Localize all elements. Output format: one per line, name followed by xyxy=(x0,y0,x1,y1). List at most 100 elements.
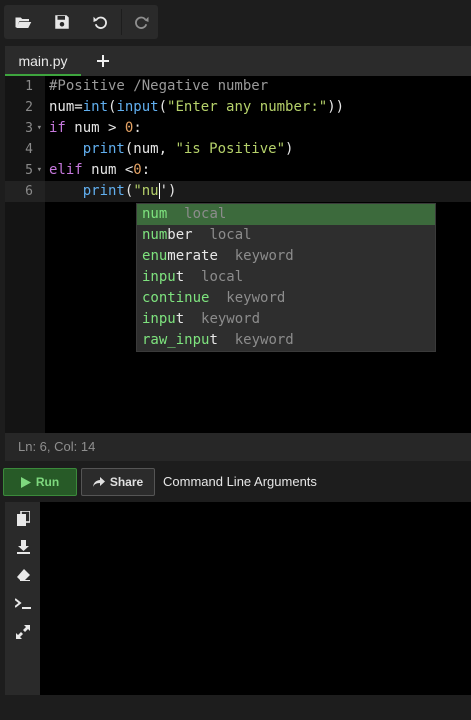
redo-button[interactable] xyxy=(122,5,160,39)
code-token: int xyxy=(82,99,109,115)
line-number: 2 xyxy=(5,97,45,118)
code-token: elif xyxy=(49,162,83,178)
autocomplete-meta: keyword xyxy=(184,311,261,327)
expand-button[interactable] xyxy=(13,622,33,642)
code-line[interactable]: num=int(input("Enter any number:")) xyxy=(49,97,344,118)
autocomplete-word: enumerate keyword xyxy=(142,248,294,264)
code-token: (num, xyxy=(124,141,176,157)
code-token: "Enter any number:" xyxy=(167,99,328,115)
autocomplete-meta: local xyxy=(167,206,227,222)
terminal-button[interactable] xyxy=(13,594,33,614)
autocomplete-item[interactable]: num local xyxy=(137,204,435,225)
autocomplete-word: raw_input keyword xyxy=(142,332,294,348)
code-token: : xyxy=(133,120,142,136)
folder-open-icon xyxy=(15,17,32,28)
line-number-text: 2 xyxy=(25,100,33,115)
autocomplete-meta: keyword xyxy=(217,248,294,264)
file-button-group xyxy=(4,5,158,39)
code-token: )) xyxy=(327,99,345,115)
autocomplete-word: continue keyword xyxy=(142,290,286,306)
bottom-strip xyxy=(0,695,471,720)
plus-icon xyxy=(97,55,109,67)
code-line[interactable]: elif num <0: xyxy=(49,160,150,181)
undo-icon xyxy=(93,16,107,29)
autocomplete-word: num local xyxy=(142,206,227,222)
copy-button[interactable] xyxy=(13,508,33,528)
line-number: 4 xyxy=(5,139,45,160)
tab-main-py[interactable]: main.py xyxy=(5,46,81,76)
autocomplete-item[interactable]: enumerate keyword xyxy=(137,246,435,267)
console-toolbar xyxy=(5,502,40,695)
download-icon xyxy=(16,540,30,554)
line-number: 1 xyxy=(5,76,45,97)
code-line[interactable]: print("nu') xyxy=(49,181,176,202)
code-token: ) xyxy=(285,141,294,157)
console-output[interactable] xyxy=(40,502,471,695)
terminal-icon xyxy=(15,598,31,609)
code-line[interactable]: #Positive /Negative number xyxy=(49,76,268,97)
code-token: num < xyxy=(82,162,134,178)
line-number-text: 3 xyxy=(25,121,33,136)
clear-button[interactable] xyxy=(13,565,33,585)
autocomplete-word: input local xyxy=(142,269,244,285)
line-number-text: 6 xyxy=(25,184,33,199)
run-bar: Run Share Command Line Arguments xyxy=(0,466,471,500)
redo-icon xyxy=(135,16,149,29)
code-token: if xyxy=(49,120,66,136)
autocomplete-item[interactable]: raw_input keyword xyxy=(137,330,435,351)
play-icon xyxy=(20,476,31,488)
save-icon xyxy=(55,15,69,29)
line-number: 3 ▾ xyxy=(5,118,45,139)
autocomplete-meta: local xyxy=(192,227,252,243)
line-number-text: 5 xyxy=(25,163,33,178)
code-token: "is Positive" xyxy=(175,141,286,157)
autocomplete-word: number local xyxy=(142,227,252,243)
line-number-text: 4 xyxy=(25,142,33,157)
code-line[interactable]: if num > 0: xyxy=(49,118,142,139)
download-button[interactable] xyxy=(13,537,33,557)
line-number: 6 xyxy=(5,181,45,202)
code-token: ( xyxy=(158,99,168,115)
file-tabs: main.py xyxy=(5,46,471,76)
autocomplete-meta: keyword xyxy=(209,290,286,306)
code-token: : xyxy=(141,162,151,178)
autocomplete-meta: local xyxy=(184,269,244,285)
fold-arrow-icon[interactable]: ▾ xyxy=(37,160,42,181)
expand-icon xyxy=(16,625,30,639)
copy-icon xyxy=(16,510,30,526)
command-line-arguments-input[interactable]: Command Line Arguments xyxy=(163,468,317,496)
autocomplete-item[interactable]: number local xyxy=(137,225,435,246)
run-button[interactable]: Run xyxy=(3,468,77,496)
code-token: input xyxy=(116,99,159,115)
share-label: Share xyxy=(109,475,144,489)
toolbar xyxy=(0,0,471,44)
status-bar: Ln: 6, Col: 14 xyxy=(5,433,471,461)
code-token: print xyxy=(82,183,125,199)
code-token: 0 xyxy=(133,162,142,178)
code-token: ') xyxy=(159,183,177,199)
code-token: num= xyxy=(49,99,83,115)
autocomplete-word: input keyword xyxy=(142,311,261,327)
fold-arrow-icon[interactable]: ▾ xyxy=(37,118,42,139)
eraser-icon xyxy=(17,569,30,581)
autocomplete-item[interactable]: input keyword xyxy=(137,309,435,330)
cursor-position: Ln: 6, Col: 14 xyxy=(18,439,96,454)
save-button[interactable] xyxy=(43,5,81,39)
autocomplete-meta: keyword xyxy=(217,332,294,348)
code-token: num > xyxy=(65,120,125,136)
code-line[interactable]: print(num, "is Positive") xyxy=(49,139,294,160)
line-number-gutter: 1 2 3 ▾ 4 5 ▾ 6 xyxy=(5,76,45,433)
run-label: Run xyxy=(35,475,60,489)
code-token: #Positive /Negative number xyxy=(49,78,269,94)
undo-button[interactable] xyxy=(82,5,120,39)
autocomplete-item[interactable]: input local xyxy=(137,267,435,288)
line-number: 5 ▾ xyxy=(5,160,45,181)
autocomplete-item[interactable]: continue keyword xyxy=(137,288,435,309)
code-token: "nu xyxy=(133,183,159,199)
autocomplete-popup: num local number local enumerate keyword in… xyxy=(136,203,436,352)
add-file-button[interactable] xyxy=(89,46,117,76)
line-number-text: 1 xyxy=(25,79,33,94)
share-button[interactable]: Share xyxy=(81,468,155,496)
open-folder-button[interactable] xyxy=(4,5,42,39)
